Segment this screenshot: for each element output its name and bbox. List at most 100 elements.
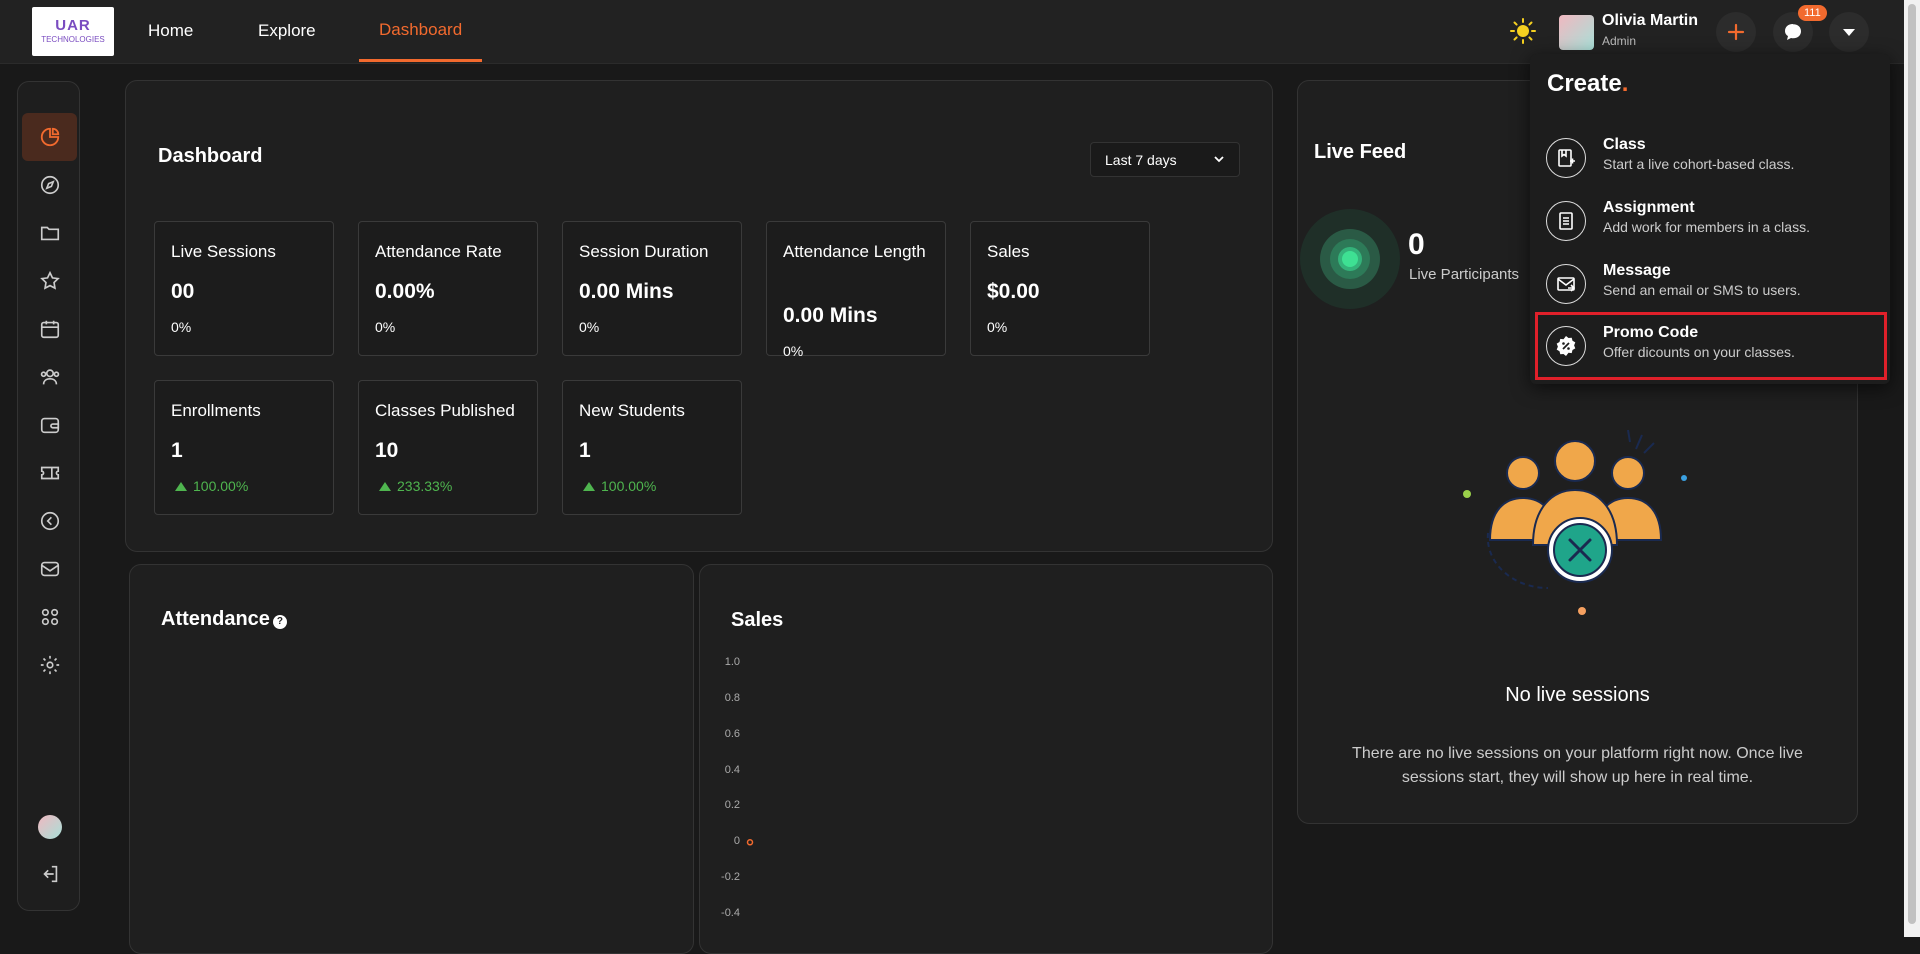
create-menu-item-message[interactable]: Message Send an email or SMS to users. [1546,256,1866,310]
stat-card-sales[interactable]: Sales $0.00 0% [970,221,1150,356]
sidebar-item-files[interactable] [22,209,77,257]
nav-home[interactable]: Home [148,0,193,62]
scrollbar-thumb[interactable] [1908,4,1916,924]
stat-change: 233.33% [397,478,453,494]
stat-card-attendance-length[interactable]: Attendance Length 0.00 Mins 0% [766,221,946,359]
nav-explore[interactable]: Explore [258,0,316,62]
stat-change-up: 100.00% [583,478,656,494]
live-pulse-icon [1300,209,1400,309]
sidebar-avatar[interactable] [22,803,77,851]
stat-change: 0% [783,343,804,359]
compass-icon [40,175,59,195]
stat-label: Attendance Rate [375,242,502,261]
sidebar-item-logout[interactable] [22,850,77,898]
user-role: Admin [1602,34,1637,48]
y-tick-label: -0.4 [721,907,740,919]
stat-card-classes-published[interactable]: Classes Published 10 233.33% [358,380,538,515]
chevron-down-icon [1214,156,1224,163]
theme-toggle-icon[interactable] [1510,18,1536,44]
stat-change: 0% [375,319,396,335]
y-tick-label: 0 [733,835,740,848]
sidebar-item-tickets[interactable] [22,449,77,497]
avatar [37,815,62,839]
sidebar-item-explore[interactable] [22,161,77,209]
pie-chart-icon [40,127,59,147]
sidebar-item-dashboard[interactable] [22,113,77,161]
create-menu-item-class[interactable]: Class Start a live cohort-based class. [1546,130,1866,184]
sales-data-point [746,839,754,846]
y-tick-label: 0.4 [724,763,740,776]
date-range-select[interactable]: Last 7 days [1090,142,1240,177]
triangle-up-icon [379,481,391,491]
triangle-up-icon [175,481,187,491]
live-participants-label: Live Participants [1409,266,1520,283]
stat-change-up: 233.33% [379,478,452,494]
stat-label: Live Sessions [171,242,276,261]
chat-bubble-icon [1785,24,1801,40]
mail-icon [40,561,59,577]
menu-item-title: Assignment [1603,199,1695,216]
sidebar [17,81,80,911]
menu-item-title: Class [1603,136,1646,153]
selection-highlight [1535,312,1887,380]
page-scrollbar[interactable] [1904,0,1920,937]
stat-change: 0% [579,319,600,335]
attendance-title: Attendance [161,608,270,630]
page-title: Dashboard [158,145,263,167]
stat-value: 1 [579,439,591,462]
live-participants-count: 0 [1408,228,1425,261]
sales-title: Sales [731,609,784,631]
user-name[interactable]: Olivia Martin [1602,12,1698,30]
menu-item-desc: Send an email or SMS to users. [1603,282,1801,298]
stat-label: New Students [579,401,685,420]
y-tick-label: 0.8 [724,691,740,704]
settings-icon [40,655,59,675]
stat-card-attendance-rate[interactable]: Attendance Rate 0.00% 0% [358,221,538,356]
create-button[interactable] [1716,12,1756,52]
sidebar-item-favorites[interactable] [22,257,77,305]
message-icon [1546,264,1586,304]
stat-change: 100.00% [601,478,657,494]
sidebar-item-users[interactable] [22,353,77,401]
empty-state-desc-line1: There are no live sessions on your platf… [1352,745,1803,762]
stat-value: 0.00 Mins [783,304,878,327]
user-avatar[interactable] [1559,15,1594,50]
sidebar-item-back[interactable] [22,497,77,545]
menu-item-desc: Start a live cohort-based class. [1603,156,1795,172]
stat-label: Attendance Length [783,242,926,261]
logo[interactable]: UAR TECHNOLOGIES [32,7,114,56]
stat-card-enrollments[interactable]: Enrollments 1 100.00% [154,380,334,515]
create-menu-title-text: Create [1547,70,1622,97]
sidebar-item-wallet[interactable] [22,401,77,449]
sidebar-item-settings[interactable] [22,641,77,689]
wallet-icon [40,417,59,434]
stat-value: 00 [171,280,195,303]
logo-text: UAR [55,17,91,34]
y-tick-label: -0.2 [721,871,740,884]
menu-item-desc: Add work for members in a class. [1603,219,1810,235]
live-feed-title: Live Feed [1314,141,1407,163]
notification-badge: 111 [1798,5,1827,21]
help-icon[interactable]: ? [272,614,287,629]
stat-card-live-sessions[interactable]: Live Sessions 00 0% [154,221,334,356]
stat-change: 0% [987,319,1008,335]
account-dropdown-button[interactable] [1829,12,1869,52]
attendance-title-row: Attendance ? [161,608,287,631]
y-tick-label: 0.6 [724,727,740,740]
create-menu-item-assignment[interactable]: Assignment Add work for members in a cla… [1546,193,1866,247]
caret-down-icon [1843,29,1855,36]
logo-subtext: TECHNOLOGIES [41,35,105,44]
date-range-value: Last 7 days [1105,151,1177,168]
sidebar-item-mail[interactable] [22,545,77,593]
assignment-icon [1546,201,1586,241]
stat-value: 0.00% [375,280,435,303]
no-sessions-illustration [1463,429,1687,615]
stat-card-new-students[interactable]: New Students 1 100.00% [562,380,742,515]
users-icon [40,369,59,385]
logout-icon [42,865,57,883]
nav-dashboard[interactable]: Dashboard [359,0,483,62]
ticket-icon [40,466,59,480]
stat-card-session-duration[interactable]: Session Duration 0.00 Mins 0% [562,221,742,356]
sidebar-item-apps[interactable] [22,593,77,641]
sidebar-item-calendar[interactable] [22,305,77,353]
